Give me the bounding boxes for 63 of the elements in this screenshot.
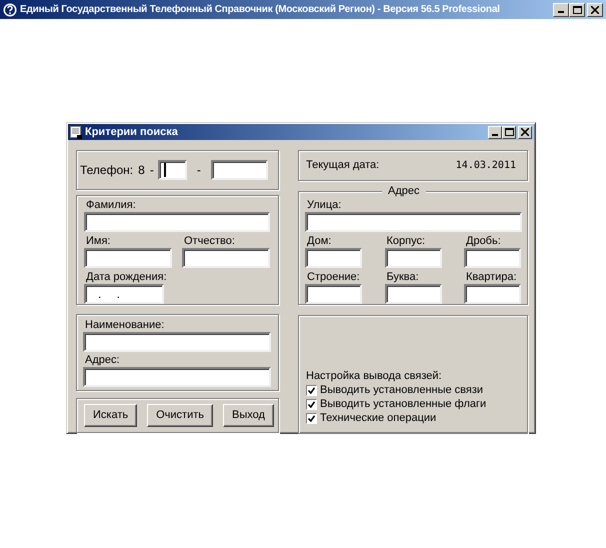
field-label: Отчество:	[183, 234, 236, 248]
output-settings-label: Настройка вывода связей:	[306, 369, 443, 383]
input-field[interactable]	[464, 248, 521, 268]
field-label: Буква:	[386, 270, 420, 284]
field-label: Корпус:	[386, 234, 426, 248]
dialog-title: Критерии поиска	[85, 124, 179, 140]
field-label: Имя:	[85, 234, 112, 248]
input-field[interactable]	[83, 332, 271, 352]
field-label: Квартира:	[465, 270, 518, 284]
current-date-value: 14.03.2011	[456, 159, 516, 173]
action-button[interactable]: Искать	[84, 404, 138, 427]
input-field[interactable]	[305, 248, 362, 268]
close-button[interactable]	[587, 2, 603, 16]
maximize-button[interactable]	[502, 126, 516, 138]
field-label: Наименование:	[84, 318, 166, 332]
form-icon	[70, 126, 82, 138]
input-field[interactable]	[305, 284, 362, 304]
minimize-icon	[492, 134, 498, 136]
close-button[interactable]	[518, 126, 532, 138]
maximize-icon	[572, 6, 582, 14]
input-field[interactable]	[84, 248, 172, 268]
separator: -	[196, 162, 201, 179]
field-label: Фамилия:	[85, 198, 137, 212]
input-field[interactable]	[464, 284, 521, 304]
input-field[interactable]	[84, 212, 270, 232]
field-label: Строение:	[306, 270, 361, 284]
input-field[interactable]	[158, 160, 187, 180]
separator: -	[150, 162, 154, 179]
help-icon	[3, 2, 17, 16]
field-label: Улица:	[306, 198, 342, 212]
maximize-icon	[504, 128, 514, 136]
address-legend: Адрес	[382, 184, 426, 198]
phone-label: Телефон:	[80, 162, 134, 179]
maximize-button[interactable]	[569, 2, 585, 16]
input-field[interactable]: . .	[84, 284, 164, 304]
checkbox[interactable]	[306, 412, 317, 424]
close-icon	[591, 6, 599, 14]
phone-prefix: 8	[138, 162, 145, 179]
input-field[interactable]	[305, 212, 522, 232]
action-button[interactable]: Очистить	[147, 404, 213, 427]
minimize-button[interactable]	[488, 126, 502, 138]
minimize-button[interactable]	[553, 2, 569, 16]
input-field[interactable]	[384, 284, 442, 304]
field-label: Дробь:	[465, 234, 502, 248]
field-label: Дата рождения:	[85, 270, 167, 284]
close-icon	[521, 128, 529, 136]
checkbox-label: Выводить установленные флаги	[320, 397, 486, 411]
action-button[interactable]: Выход	[223, 404, 274, 427]
window-title: Единый Государственный Телефонный Справочник (Московский Регион) - Версия 56.5 Professional	[20, 3, 501, 17]
field-label: Адрес:	[84, 353, 121, 367]
field-label: Дом:	[306, 234, 332, 248]
input-field[interactable]	[83, 367, 271, 387]
checkbox-label: Выводить установленные связи	[320, 383, 484, 397]
field-value: . .	[97, 286, 126, 302]
text-cursor	[164, 163, 166, 177]
current-date-label: Текущая дата:	[306, 158, 380, 174]
input-field[interactable]	[210, 160, 268, 180]
minimize-icon	[558, 11, 564, 13]
checkbox[interactable]	[306, 398, 317, 410]
input-field[interactable]	[182, 248, 270, 268]
checkbox[interactable]	[306, 384, 317, 396]
input-field[interactable]	[384, 248, 442, 268]
checkbox-label: Технические операции	[320, 411, 436, 425]
